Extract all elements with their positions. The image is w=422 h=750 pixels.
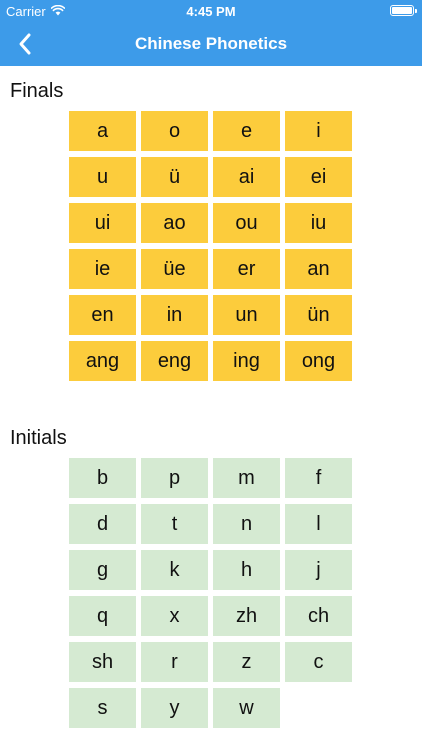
final-tile[interactable]: ang [69,341,136,381]
initial-tile[interactable]: z [213,642,280,682]
nav-bar: Chinese Phonetics [0,22,422,66]
initial-tile[interactable]: w [213,688,280,728]
initial-tile[interactable]: g [69,550,136,590]
final-tile[interactable]: ün [285,295,352,335]
initial-tile[interactable]: y [141,688,208,728]
initial-tile[interactable]: h [213,550,280,590]
final-tile[interactable]: ou [213,203,280,243]
final-tile[interactable]: ei [285,157,352,197]
top-bar: Carrier 4:45 PM Chinese Phonetics [0,0,422,66]
initial-tile[interactable]: p [141,458,208,498]
final-tile[interactable]: in [141,295,208,335]
final-tile[interactable]: ai [213,157,280,197]
initials-section-title: Initials [10,427,67,449]
initial-tile[interactable]: q [69,596,136,636]
status-time: 4:45 PM [186,4,236,19]
final-tile[interactable]: iu [285,203,352,243]
initial-tile[interactable]: zh [213,596,280,636]
final-tile[interactable]: ü [141,157,208,197]
initial-tile[interactable]: m [213,458,280,498]
initial-tile[interactable]: d [69,504,136,544]
status-bar: Carrier 4:45 PM [0,0,422,22]
final-tile[interactable]: ao [141,203,208,243]
final-tile[interactable]: i [285,111,352,151]
initial-tile[interactable]: ch [285,596,352,636]
final-tile[interactable]: u [69,157,136,197]
initial-tile[interactable]: c [285,642,352,682]
battery-icon [390,5,417,16]
final-tile[interactable]: an [285,249,352,289]
final-tile[interactable]: üe [141,249,208,289]
final-tile[interactable]: un [213,295,280,335]
initial-tile[interactable]: l [285,504,352,544]
final-tile[interactable]: ui [69,203,136,243]
final-tile[interactable]: o [141,111,208,151]
final-tile[interactable]: en [69,295,136,335]
final-tile[interactable]: e [213,111,280,151]
initial-tile[interactable]: sh [69,642,136,682]
initials-grid: b p m f d t n l g k h j q x zh ch sh r z c s y w [69,458,353,728]
final-tile[interactable]: ing [213,341,280,381]
finals-section-title: Finals [10,80,64,102]
initial-tile[interactable]: j [285,550,352,590]
final-tile[interactable]: a [69,111,136,151]
initial-tile[interactable]: x [141,596,208,636]
page-title: Chinese Phonetics [134,34,288,53]
final-tile[interactable]: ong [285,341,352,381]
finals-grid: a o e i u ü ai ei ui ao ou iu ie üe er an en in un ün ang eng… [69,111,353,381]
initial-tile[interactable]: r [141,642,208,682]
initial-tile[interactable]: f [285,458,352,498]
initial-tile[interactable]: t [141,504,208,544]
initial-tile[interactable]: k [141,550,208,590]
final-tile[interactable]: er [213,249,280,289]
initial-tile[interactable]: s [69,688,136,728]
initial-tile[interactable]: b [69,458,136,498]
final-tile[interactable]: eng [141,341,208,381]
initial-tile[interactable]: n [213,504,280,544]
final-tile[interactable]: ie [69,249,136,289]
